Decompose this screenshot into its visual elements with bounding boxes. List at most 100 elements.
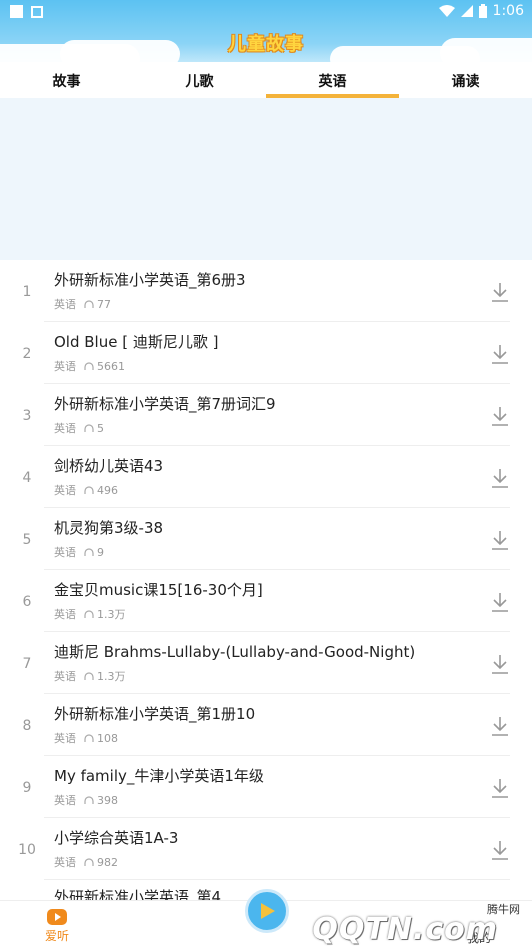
play-count: 496 xyxy=(97,483,118,497)
item-category: 英语 xyxy=(54,298,76,311)
status-bar: 1:06 xyxy=(0,0,532,24)
list-item[interactable]: 4 剑桥幼儿英语43 英语 496 xyxy=(0,446,532,508)
play-count: 1.3万 xyxy=(97,608,126,621)
item-meta: 英语 9 xyxy=(54,544,104,560)
download-icon[interactable] xyxy=(490,715,510,737)
item-title: 外研新标准小学英语_第7册词汇9 xyxy=(54,395,276,413)
headphone-icon xyxy=(84,423,94,432)
list-item[interactable]: 5 机灵狗第3级-38 英语 9 xyxy=(0,508,532,570)
item-plays: 982 xyxy=(84,856,118,869)
item-category: 英语 xyxy=(54,422,76,435)
item-plays: 398 xyxy=(84,794,118,807)
page-title: 儿童故事 xyxy=(228,34,304,55)
headphone-icon xyxy=(84,671,94,680)
download-icon[interactable] xyxy=(490,839,510,861)
item-title: Old Blue [ 迪斯尼儿歌 ] xyxy=(54,333,219,351)
app-header: 1:06 儿童故事 xyxy=(0,0,532,62)
headphone-icon xyxy=(84,299,94,308)
tab-english[interactable]: 英语 xyxy=(266,62,399,98)
headphone-icon xyxy=(84,485,94,494)
play-icon xyxy=(261,903,275,919)
download-icon[interactable] xyxy=(490,405,510,427)
player-button[interactable] xyxy=(245,889,289,933)
list-item[interactable]: 1 外研新标准小学英语_第6册3 英语 77 xyxy=(0,260,532,322)
play-count: 9 xyxy=(97,545,104,559)
download-icon[interactable] xyxy=(490,281,510,303)
list-item[interactable]: 10 小学综合英语1A-3 英语 982 xyxy=(0,818,532,880)
watermark-logo: QQTN.com xyxy=(312,912,498,946)
item-index: 7 xyxy=(22,656,32,672)
item-meta: 英语 1.3万 xyxy=(54,668,126,684)
download-icon[interactable] xyxy=(490,777,510,799)
notification-icon xyxy=(10,5,23,18)
item-category: 英语 xyxy=(54,484,76,497)
item-category: 英语 xyxy=(54,360,76,373)
item-meta: 英语 5 xyxy=(54,420,104,436)
list-item[interactable]: 9 My family_牛津小学英语1年级 英语 398 xyxy=(0,756,532,818)
item-meta: 英语 1.3万 xyxy=(54,606,126,622)
item-meta: 英语 77 xyxy=(54,296,111,312)
item-index: 1 xyxy=(22,284,32,300)
story-list: 1 外研新标准小学英语_第6册3 英语 77 2 Old Blue [ 迪斯尼儿… xyxy=(0,260,532,900)
play-tv-icon xyxy=(47,909,67,925)
item-plays: 108 xyxy=(84,732,118,745)
status-time: 1:06 xyxy=(492,3,524,19)
banner-area xyxy=(0,98,532,260)
headphone-icon xyxy=(84,609,94,618)
list-item[interactable]: 6 金宝贝music课15[16-30个月] 英语 1.3万 xyxy=(0,570,532,632)
item-index: 10 xyxy=(18,842,36,858)
play-count: 77 xyxy=(97,297,111,311)
download-icon[interactable] xyxy=(490,591,510,613)
play-count: 398 xyxy=(97,793,118,807)
item-plays: 496 xyxy=(84,484,118,497)
item-index: 3 xyxy=(22,408,32,424)
item-index: 9 xyxy=(22,780,32,796)
item-meta: 英语 982 xyxy=(54,854,118,870)
wifi-icon xyxy=(438,5,455,17)
item-index: 2 xyxy=(22,346,32,362)
item-title: 小学综合英语1A-3 xyxy=(54,829,179,847)
nav-label-listen: 爱听 xyxy=(44,929,69,943)
play-count: 1.3万 xyxy=(97,670,126,683)
headphone-icon xyxy=(84,733,94,742)
item-meta: 英语 108 xyxy=(54,730,118,746)
download-icon[interactable] xyxy=(490,529,510,551)
headphone-icon xyxy=(84,857,94,866)
list-item[interactable]: 2 Old Blue [ 迪斯尼儿歌 ] 英语 5661 xyxy=(0,322,532,384)
item-title: 金宝贝music课15[16-30个月] xyxy=(54,581,263,599)
item-index: 5 xyxy=(22,532,32,548)
list-item[interactable]: 3 外研新标准小学英语_第7册词汇9 英语 5 xyxy=(0,384,532,446)
item-plays: 1.3万 xyxy=(84,668,126,684)
tab-stories[interactable]: 故事 xyxy=(0,62,133,98)
item-title: My family_牛津小学英语1年级 xyxy=(54,767,264,785)
download-icon[interactable] xyxy=(490,467,510,489)
play-count: 5 xyxy=(97,421,104,435)
item-plays: 5 xyxy=(84,422,104,435)
item-category: 英语 xyxy=(54,856,76,869)
item-title: 外研新标准小学英语_第6册3 xyxy=(54,271,246,289)
item-category: 英语 xyxy=(54,608,76,621)
list-item[interactable]: 7 迪斯尼 Brahms-Lullaby-(Lullaby-and-Good-N… xyxy=(0,632,532,694)
signal-icon xyxy=(460,5,473,17)
item-title: 迪斯尼 Brahms-Lullaby-(Lullaby-and-Good-Nig… xyxy=(54,643,416,661)
download-icon[interactable] xyxy=(490,343,510,365)
item-plays: 77 xyxy=(84,298,111,311)
battery-icon xyxy=(478,4,487,18)
nav-tab-listen[interactable]: 爱听 xyxy=(34,907,80,944)
item-plays: 5661 xyxy=(84,360,125,373)
play-count: 108 xyxy=(97,731,118,745)
item-meta: 英语 496 xyxy=(54,482,118,498)
item-plays: 9 xyxy=(84,546,104,559)
item-category: 英语 xyxy=(54,670,76,683)
item-index: 4 xyxy=(22,470,32,486)
download-icon[interactable] xyxy=(490,653,510,675)
category-tabs: 故事 儿歌 英语 诵读 xyxy=(0,62,532,98)
tab-recitation[interactable]: 诵读 xyxy=(399,62,532,98)
app-notification-icon xyxy=(31,5,43,18)
item-meta: 英语 398 xyxy=(54,792,118,808)
item-title: 机灵狗第3级-38 xyxy=(54,519,164,537)
headphone-icon xyxy=(84,361,94,370)
list-item[interactable]: 8 外研新标准小学英语_第1册10 英语 108 xyxy=(0,694,532,756)
tab-songs[interactable]: 儿歌 xyxy=(133,62,266,98)
item-category: 英语 xyxy=(54,794,76,807)
